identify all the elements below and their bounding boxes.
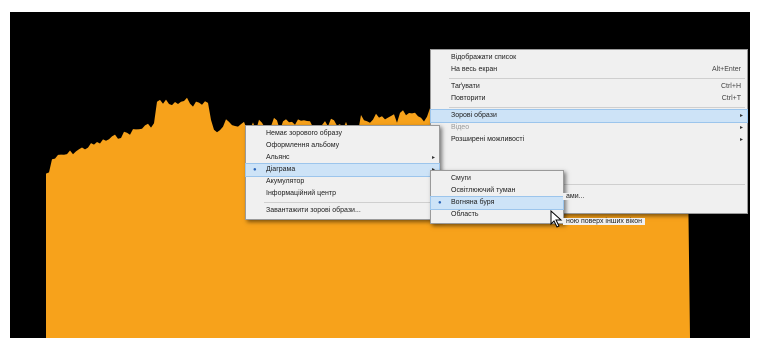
- menu-item[interactable]: Розширені можливості ▸: [431, 134, 747, 146]
- submenu-arrow-icon: ▸: [739, 137, 743, 143]
- menu-item[interactable]: Завантажити зорові образи...: [246, 205, 439, 217]
- menu-separator: [449, 78, 745, 79]
- menu-item[interactable]: Інформаційний центр▸: [246, 188, 439, 200]
- menu-item-label: Відображати список: [451, 54, 517, 61]
- submenu-arrow-icon: ▸: [431, 155, 435, 161]
- menu-item[interactable]: ●Діаграма▸: [245, 163, 440, 177]
- menu-item-shortcut: Ctrl+T: [721, 95, 741, 102]
- menu-item[interactable]: Зоровi образи ▸: [430, 109, 748, 123]
- menu-item-label: Освітлюючий туман: [451, 187, 516, 194]
- menu-item[interactable]: Акумулятор▸: [246, 176, 439, 188]
- menu-item[interactable]: ● Вогняна буря: [430, 196, 564, 210]
- menu-item[interactable]: Відображати список: [431, 52, 747, 64]
- radio-check-icon: ●: [253, 167, 257, 173]
- menu-separator: [264, 202, 437, 203]
- menu-item-shortcut: Alt+Enter: [712, 66, 741, 73]
- menu-item[interactable]: Немає зорового образу: [246, 128, 439, 140]
- menu-item-partial-text[interactable]: ами...: [563, 193, 588, 200]
- menu-item-label: Вогняна буря: [451, 199, 495, 206]
- mouse-pointer-icon: [550, 210, 563, 228]
- menu-item-label: Немає зорового образу: [266, 130, 342, 137]
- menu-item-label: Зоровi образи: [451, 112, 497, 119]
- menu-item[interactable]: Смуги: [431, 173, 563, 185]
- menu-item-label: Альянс: [266, 154, 290, 161]
- menu-item-label: Оформлення альбому: [266, 142, 340, 149]
- menu-item-label: Інформаційний центр: [266, 190, 336, 197]
- menu-item-label: Таґувати: [451, 83, 480, 90]
- menu-item-shortcut: Ctrl+H: [720, 83, 741, 90]
- menu-item[interactable]: [431, 158, 747, 170]
- menu-item[interactable]: Таґувати Ctrl+H: [431, 81, 747, 93]
- menu-item-label: Діаграма: [266, 166, 296, 173]
- menu-item-label: Область: [451, 211, 479, 218]
- player-window: Відображати список На весь екран Alt+Enter…: [10, 12, 750, 338]
- menu-item[interactable]: [431, 146, 747, 158]
- menu-item-partial-text[interactable]: ною поверх інших вікон: [563, 218, 645, 225]
- menu-item[interactable]: Область: [431, 209, 563, 221]
- menu-item[interactable]: На весь екран Alt+Enter: [431, 64, 747, 76]
- radio-check-icon: ●: [438, 200, 442, 206]
- menu-item-label: Повторити: [451, 95, 486, 102]
- menu-item-label: Розширені можливості: [451, 136, 525, 143]
- bars-submenu: Смуги Освітлюючий туман ● Вогняна буря Облас…: [430, 170, 564, 224]
- menu-item-label: Відео: [451, 124, 470, 131]
- menu-item[interactable]: Оформлення альбому: [246, 140, 439, 152]
- submenu-arrow-icon: ▸: [739, 113, 743, 119]
- menu-separator: [449, 107, 745, 108]
- menu-item-label: Акумулятор: [266, 178, 305, 185]
- menu-item[interactable]: Альянс ▸: [246, 152, 439, 164]
- menu-item-label: На весь екран: [451, 66, 498, 73]
- menu-item[interactable]: Повторити Ctrl+T: [431, 93, 747, 105]
- submenu-arrow-icon: ▸: [739, 125, 743, 131]
- menu-item[interactable]: Освітлюючий туман: [431, 185, 563, 197]
- menu-item[interactable]: Відео ▸: [431, 122, 747, 134]
- menu-item-label: Завантажити зорові образи...: [266, 207, 361, 214]
- menu-item-label: Смуги: [451, 175, 471, 182]
- visualizations-submenu: Немає зорового образу Оформлення альбому А…: [245, 125, 440, 220]
